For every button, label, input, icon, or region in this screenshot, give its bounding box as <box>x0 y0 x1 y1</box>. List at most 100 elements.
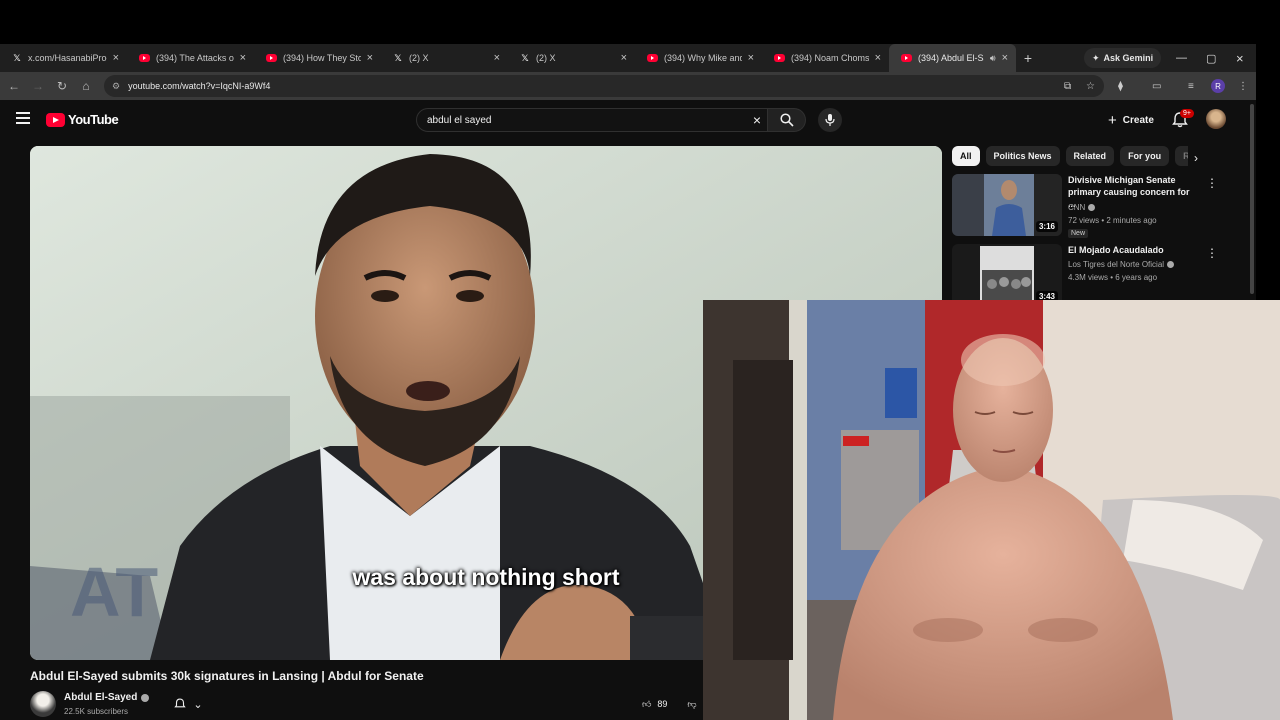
thumbs-down-icon[interactable]: 👎︎ <box>687 699 696 710</box>
subscription-bell-button[interactable]: ⌄ <box>166 693 210 715</box>
tab-title: (394) How They Stole S <box>283 53 361 63</box>
search-input[interactable]: abdul el sayed × <box>416 108 768 132</box>
close-tab-icon[interactable]: × <box>367 52 373 64</box>
youtube-logo[interactable]: YouTube <box>46 112 119 127</box>
new-badge: New <box>1068 229 1089 238</box>
tab-title: (2) X <box>536 53 556 63</box>
browser-tab[interactable]: 𝕏 x.com/HasanabiProd/st × <box>0 44 127 72</box>
search-icon <box>779 113 794 127</box>
recommendation-channel: CNN <box>1068 203 1096 212</box>
extensions-icon[interactable]: ⧫ <box>1118 72 1123 100</box>
logo-text: YouTube <box>68 112 119 127</box>
create-button[interactable]: + Create <box>1098 108 1164 132</box>
video-duration: 3:16 <box>1035 221 1058 232</box>
like-button[interactable]: 👍︎ 89 👎︎ <box>642 693 702 715</box>
youtube-icon <box>901 54 912 62</box>
youtube-play-icon <box>46 112 65 127</box>
tab-title: (394) Why Mike and M <box>664 53 742 63</box>
media-controls-icon[interactable]: ≡ <box>1188 72 1194 100</box>
address-bar[interactable]: ⚙ youtube.com/watch?v=IqcNI-a9Wf4 <box>104 75 1104 97</box>
channel-name: Abdul El-Sayed <box>64 692 138 703</box>
youtube-icon <box>266 54 277 62</box>
more-menu-icon[interactable]: ⋮ <box>1238 72 1248 100</box>
recommendation-title: El Mojado Acaudalado <box>1068 245 1164 255</box>
channel-row: Abdul El-Sayed 22.5K subscribers ⌄ 👍︎ 89… <box>30 689 702 719</box>
browser-tab-active[interactable]: (394) Abdul El-Saye 🔊︎ × <box>889 44 1016 72</box>
more-actions-icon[interactable]: ⋮ <box>1206 246 1218 260</box>
search-button[interactable] <box>768 108 806 132</box>
clear-search-icon[interactable]: × <box>753 112 761 128</box>
scrollbar-thumb[interactable] <box>1250 104 1254 294</box>
channel-avatar[interactable] <box>30 691 56 717</box>
video-caption: was about nothing short <box>352 564 620 590</box>
minimize-window-icon[interactable]: — <box>1176 44 1187 72</box>
svg-text:AT: AT <box>70 553 158 631</box>
tab-title: (394) The Attacks on H <box>156 53 234 63</box>
browser-tab-strip: 𝕏 x.com/HasanabiProd/st × (394) The Atta… <box>0 44 1256 72</box>
verified-check-icon <box>1167 261 1175 268</box>
chip-all[interactable]: All <box>952 146 980 166</box>
chevron-right-icon[interactable]: › <box>1194 151 1198 165</box>
page-scrollbar[interactable] <box>1248 100 1256 300</box>
browser-tab[interactable]: (394) Why Mike and M × <box>635 44 762 72</box>
site-info-icon[interactable]: ⚙ <box>112 81 120 92</box>
close-tab-icon[interactable]: × <box>875 52 881 64</box>
channel-name: CNN <box>1068 203 1086 212</box>
tab-title: (394) Abdul El-Saye <box>918 53 984 63</box>
channel-name-link[interactable]: Abdul El-Sayed <box>64 692 150 703</box>
close-tab-icon[interactable]: × <box>748 52 754 64</box>
maximize-window-icon[interactable]: ▢ <box>1206 44 1216 72</box>
chevron-down-icon: ⌄ <box>193 698 203 711</box>
tab-title: (2) X <box>409 53 429 63</box>
browser-tab[interactable]: (394) The Attacks on H × <box>127 44 254 72</box>
forward-arrow-icon[interactable]: → <box>26 79 50 93</box>
chip-recently-uploaded[interactable]: Re <box>1175 146 1188 166</box>
recommendation-thumbnail[interactable]: 3:16 <box>952 174 1062 236</box>
reload-icon[interactable]: ↻ <box>50 79 74 93</box>
account-avatar[interactable] <box>1206 109 1226 129</box>
close-tab-icon[interactable]: × <box>621 52 627 64</box>
close-tab-icon[interactable]: × <box>240 52 246 64</box>
recommendation-thumbnail[interactable]: 3:43 <box>952 244 1062 306</box>
hamburger-menu-icon[interactable] <box>16 112 30 124</box>
create-label: Create <box>1122 114 1154 126</box>
speaker-icon[interactable]: 🔊︎ <box>990 53 996 64</box>
home-icon[interactable]: ⌂ <box>74 79 98 93</box>
recommendation-item[interactable]: 3:16 Divisive Michigan Senate primary ca… <box>952 174 1222 238</box>
chip-related[interactable]: Related <box>1065 146 1115 166</box>
browser-toolbar: ← → ↻ ⌂ ⚙ youtube.com/watch?v=IqcNI-a9Wf… <box>0 72 1256 100</box>
back-arrow-icon[interactable]: ← <box>2 79 26 93</box>
close-window-icon[interactable]: × <box>1236 44 1244 72</box>
profile-button[interactable]: R <box>1211 72 1225 100</box>
x-icon: 𝕏 <box>13 52 21 63</box>
close-tab-icon[interactable]: × <box>494 52 500 64</box>
recommendation-meta: 72 views • 2 minutes ago <box>1068 216 1157 225</box>
youtube-icon <box>139 54 150 62</box>
chip-politics-news[interactable]: Politics News <box>985 146 1060 166</box>
youtube-icon <box>774 54 785 62</box>
close-tab-icon[interactable]: × <box>113 52 119 64</box>
recommendation-meta: 4.3M views • 6 years ago <box>1068 273 1158 282</box>
browser-tab[interactable]: (394) Noam Chomsky × <box>762 44 889 72</box>
voice-search-button[interactable] <box>818 108 842 132</box>
browser-tab[interactable]: 𝕏 (2) X × <box>381 44 508 72</box>
video-title: Abdul El-Sayed submits 30k signatures in… <box>30 669 424 683</box>
webcam-image <box>703 300 1280 720</box>
notification-badge: 9+ <box>1180 109 1194 118</box>
chip-for-you[interactable]: For you <box>1120 146 1170 166</box>
gemini-label: Ask Gemini <box>1103 53 1154 63</box>
masthead: YouTube abdul el sayed × + Create 9+ <box>0 100 1248 140</box>
sidebar-icon[interactable]: ▭ <box>1152 72 1161 100</box>
x-icon: 𝕏 <box>394 52 402 63</box>
recommendation-item[interactable]: 3:43 El Mojado Acaudalado Los Tigres del… <box>952 244 1222 308</box>
close-tab-icon[interactable]: × <box>1002 52 1008 64</box>
tab-title: x.com/HasanabiProd/st <box>28 53 107 63</box>
bookmark-star-icon[interactable]: ☆ <box>1086 72 1095 100</box>
more-actions-icon[interactable]: ⋮ <box>1206 176 1218 190</box>
ask-gemini-button[interactable]: ✦ Ask Gemini <box>1084 48 1162 68</box>
browser-tab[interactable]: (394) How They Stole S × <box>254 44 381 72</box>
tab-title: (394) Noam Chomsky <box>791 53 869 63</box>
install-app-icon[interactable]: ⧉ <box>1064 72 1071 100</box>
browser-tab[interactable]: 𝕏 (2) X × <box>508 44 635 72</box>
new-tab-button[interactable]: + <box>1016 50 1040 66</box>
